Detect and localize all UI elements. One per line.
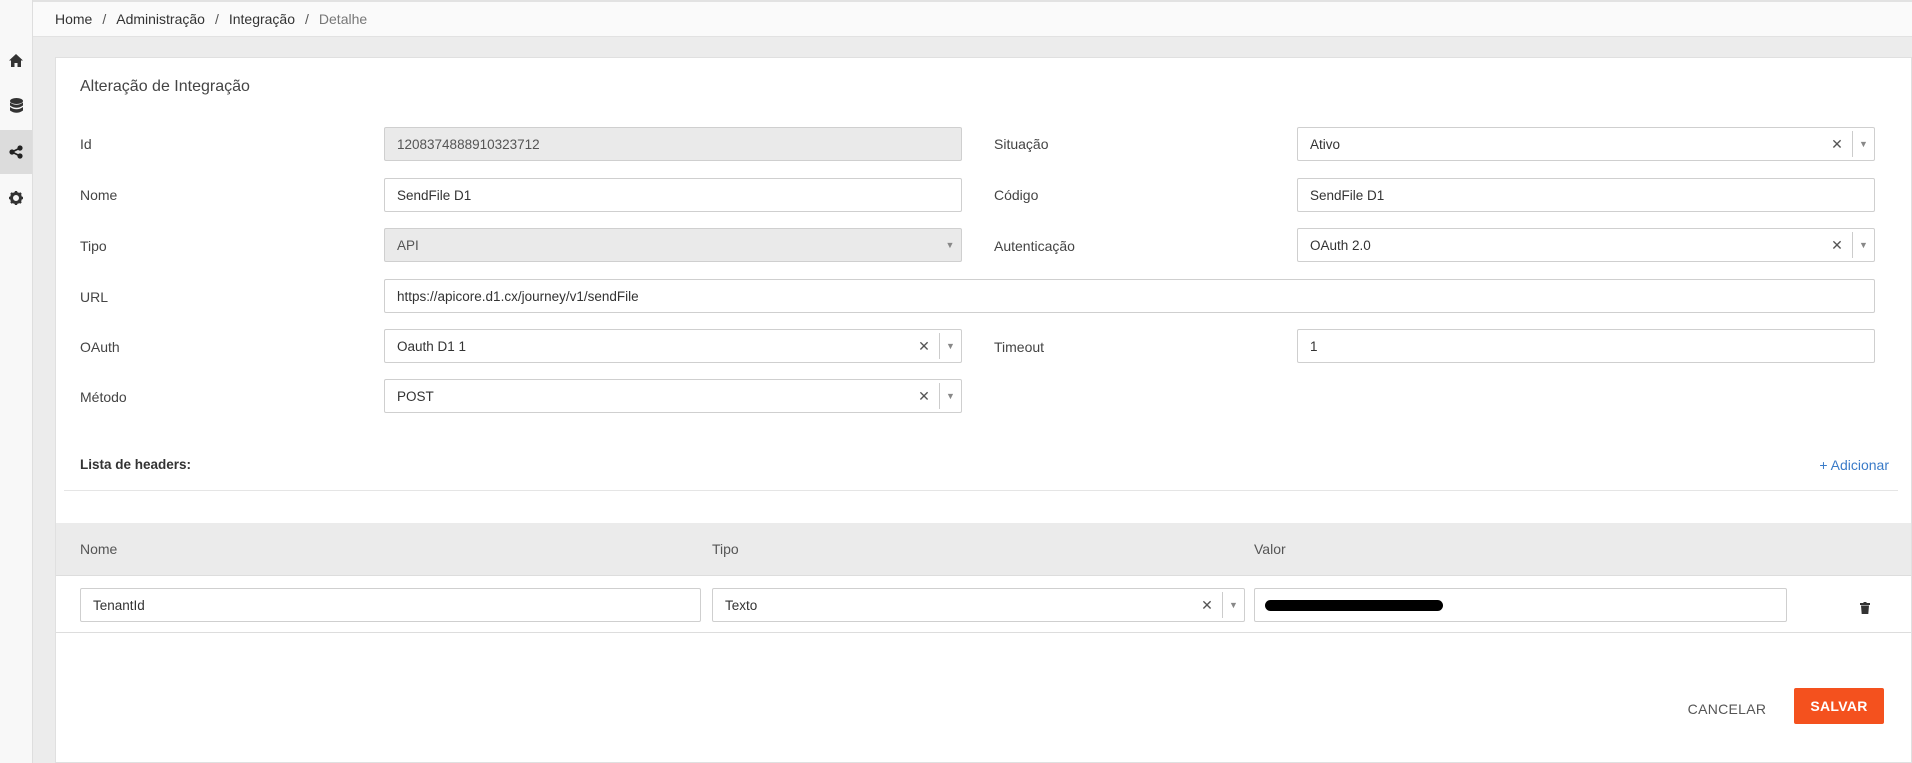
home-icon[interactable] [0,38,32,82]
situacao-select[interactable]: Ativo ✕ ▼ [1297,127,1875,161]
nome-value: SendFile D1 [397,187,472,203]
breadcrumb: Home / Administração / Integração / Deta… [33,0,1912,37]
column-header-tipo: Tipo [712,541,739,557]
breadcrumb-separator: / [305,11,309,27]
chevron-down-icon[interactable]: ▼ [1222,592,1244,618]
oauth-value: Oauth D1 1 [397,338,467,354]
id-field: 1208374888910323712 [384,127,962,161]
integration-form-panel: Alteração de Integração Id 1208374888910… [55,57,1912,763]
column-header-nome: Nome [80,541,118,557]
breadcrumb-integracao[interactable]: Integração [229,11,295,27]
header-nome-input[interactable]: TenantId [80,588,701,622]
oauth-select[interactable]: Oauth D1 1 ✕ ▼ [384,329,962,363]
timeout-value: 1 [1310,338,1318,354]
header-valor-input[interactable] [1254,588,1787,622]
metodo-select[interactable]: POST ✕ ▼ [384,379,962,413]
clear-icon[interactable]: ✕ [1830,128,1844,160]
save-button[interactable]: SALVAR [1794,688,1884,724]
clear-icon[interactable]: ✕ [917,330,931,362]
headers-section-label: Lista de headers: [80,457,192,472]
divider [64,490,1898,491]
timeout-input[interactable]: 1 [1297,329,1875,363]
clear-icon[interactable]: ✕ [1830,229,1844,261]
timeout-label: Timeout [994,339,1045,355]
codigo-label: Código [994,187,1039,203]
tipo-select: API ▼ [384,228,962,262]
cancel-button[interactable]: CANCELAR [1682,692,1772,726]
breadcrumb-separator: / [214,11,219,27]
clear-icon[interactable]: ✕ [917,380,931,412]
id-label: Id [80,136,92,152]
metodo-label: Método [80,389,127,405]
header-tipo-select[interactable]: Texto ✕ ▼ [712,588,1245,622]
id-value: 1208374888910323712 [397,136,540,152]
table-row: TenantId Texto ✕ ▼ [56,577,1911,633]
breadcrumb-separator: / [102,11,107,27]
tipo-value: API [397,237,419,253]
sidebar [0,0,33,763]
gear-icon[interactable] [0,176,32,220]
breadcrumb-home[interactable]: Home [55,11,92,27]
chevron-down-icon[interactable]: ▼ [939,383,961,409]
metodo-value: POST [397,388,434,404]
database-icon[interactable] [0,84,32,128]
oauth-label: OAuth [80,339,120,355]
trash-icon[interactable] [1860,601,1872,615]
column-header-valor: Valor [1254,541,1286,557]
autenticacao-select[interactable]: OAuth 2.0 ✕ ▼ [1297,228,1875,262]
url-label: URL [80,289,109,305]
breadcrumb-detalhe: Detalhe [318,11,368,27]
chevron-down-icon[interactable]: ▼ [939,333,961,359]
add-header-link[interactable]: + Adicionar [1819,457,1889,473]
autenticacao-label: Autenticação [994,238,1075,254]
header-nome-value: TenantId [93,597,145,613]
header-tipo-value: Texto [725,597,758,613]
chevron-down-icon[interactable]: ▼ [1852,131,1874,157]
headers-table-header: Nome Tipo Valor [56,523,1911,576]
codigo-value: SendFile D1 [1310,187,1385,203]
chevron-down-icon[interactable]: ▼ [1852,232,1874,258]
redacted-value-mark [1265,600,1443,611]
url-value: https://apicore.d1.cx/journey/v1/sendFil… [397,288,639,304]
tipo-label: Tipo [80,238,107,254]
clear-icon[interactable]: ✕ [1200,589,1214,621]
nome-input[interactable]: SendFile D1 [384,178,962,212]
breadcrumb-administracao[interactable]: Administração [116,11,205,27]
situacao-value: Ativo [1310,136,1341,152]
chevron-down-icon: ▼ [945,240,955,250]
autenticacao-value: OAuth 2.0 [1310,237,1371,253]
situacao-label: Situação [994,136,1049,152]
url-input[interactable]: https://apicore.d1.cx/journey/v1/sendFil… [384,279,1875,313]
page-title: Alteração de Integração [80,78,250,95]
nome-label: Nome [80,187,118,203]
share-icon[interactable] [0,130,32,174]
codigo-input[interactable]: SendFile D1 [1297,178,1875,212]
